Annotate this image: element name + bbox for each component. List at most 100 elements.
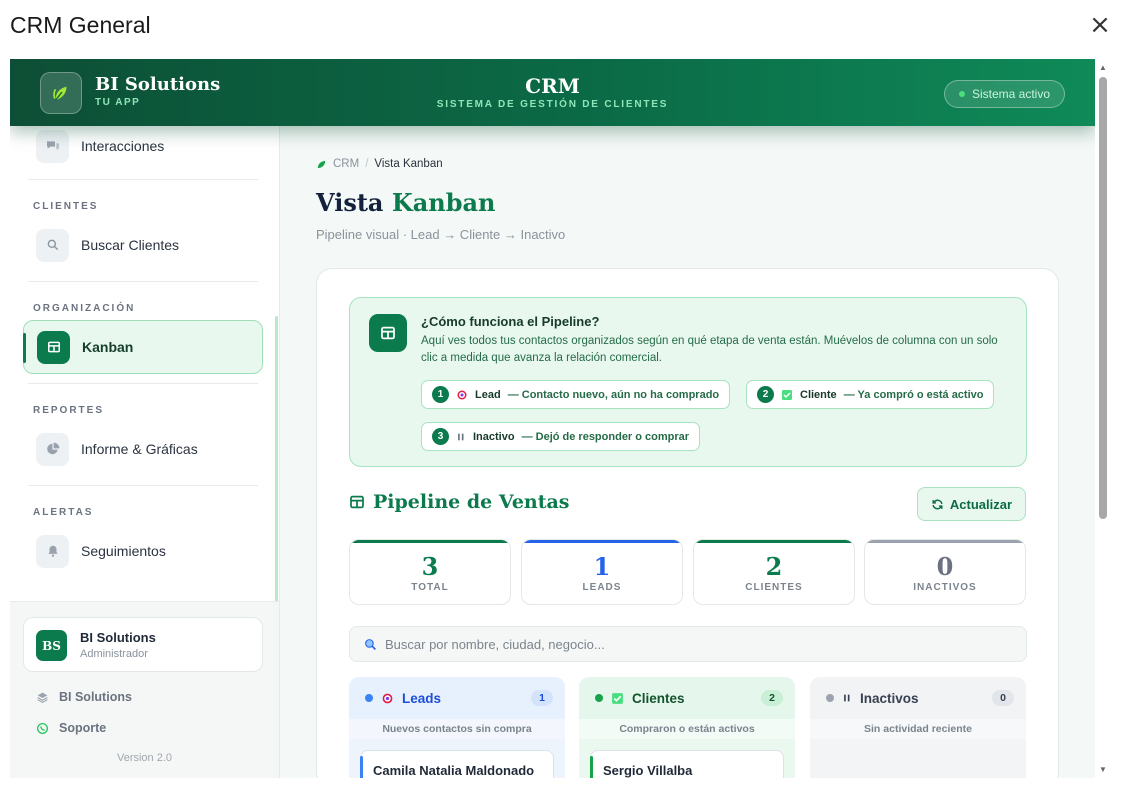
scroll-down-icon[interactable]: ▼ bbox=[1099, 765, 1107, 774]
status-dot-icon bbox=[958, 91, 965, 97]
footer-link-label: BI Solutions bbox=[59, 690, 132, 704]
sidebar-item-label: Informe & Gráficas bbox=[81, 441, 198, 457]
stat-label: INACTIVOS bbox=[913, 582, 977, 593]
stat-accent-bar bbox=[694, 540, 854, 543]
header-subtitle: SISTEMA DE GESTIÓN DE CLIENTES bbox=[436, 99, 669, 110]
sidebar: Interacciones CLIENTES Buscar Clientes O… bbox=[10, 126, 280, 778]
sidebar-item-kanban[interactable]: Kanban bbox=[23, 320, 263, 374]
check-box-icon bbox=[782, 389, 792, 400]
stat-clientes: 2 CLIENTES bbox=[693, 539, 855, 605]
sidebar-item-label: Interacciones bbox=[81, 138, 165, 154]
kanban-card-name: Camila Natalia Maldonado bbox=[373, 763, 535, 778]
target-icon bbox=[382, 693, 393, 703]
column-dot-icon bbox=[365, 694, 373, 702]
user-role: Administrador bbox=[80, 648, 148, 660]
pipeline-card: ¿Cómo funciona el Pipeline? Aquí ves tod… bbox=[316, 268, 1059, 778]
layers-icon bbox=[37, 692, 48, 703]
pipeline-title: Pipeline de Ventas bbox=[349, 491, 570, 513]
refresh-icon bbox=[932, 499, 943, 509]
scroll-thumb[interactable] bbox=[1099, 77, 1107, 519]
pie-chart-icon bbox=[36, 432, 69, 466]
page-title-plain: Vista bbox=[316, 188, 384, 217]
pipeline-title-text: Pipeline de Ventas bbox=[373, 491, 570, 513]
user-card[interactable]: BS BI Solutions Administrador bbox=[23, 617, 263, 672]
column-body bbox=[810, 739, 1026, 778]
stat-inactivos: 0 INACTIVOS bbox=[864, 539, 1026, 605]
column-count-badge: 1 bbox=[531, 690, 553, 706]
sidebar-footer: BS BI Solutions Administrador BI Solutio… bbox=[10, 601, 279, 778]
page-title-accent: Kanban bbox=[391, 188, 496, 217]
main-content: CRM / Vista Kanban Vista Kanban Pipeline… bbox=[280, 126, 1095, 778]
section-label-organizacion: ORGANIZACIÓN bbox=[33, 303, 136, 314]
step-description: — Contacto nuevo, aún no ha comprado bbox=[507, 388, 720, 401]
whatsapp-icon bbox=[36, 722, 49, 734]
kanban-icon bbox=[37, 330, 70, 364]
kanban-card[interactable]: Camila Natalia Maldonado bbox=[360, 750, 554, 778]
scroll-up-icon[interactable]: ▲ bbox=[1099, 63, 1107, 72]
step-inactivo: 3 Inactivo — Dejó de responder o comprar bbox=[421, 422, 701, 451]
search-icon bbox=[36, 228, 69, 262]
sidebar-item-label: Seguimientos bbox=[81, 543, 166, 559]
refresh-button[interactable]: Actualizar bbox=[917, 487, 1026, 521]
stat-value: 0 bbox=[936, 552, 954, 581]
chat-icon bbox=[36, 129, 69, 163]
section-label-clientes: CLIENTES bbox=[33, 201, 99, 212]
step-number: 2 bbox=[757, 386, 774, 403]
divider bbox=[28, 179, 258, 180]
sidebar-item-informe[interactable]: Informe & Gráficas bbox=[23, 422, 263, 476]
kanban-column-leads: Leads 1 Nuevos contactos sin compra Cami… bbox=[349, 677, 565, 778]
step-lead: 1 Lead — Contacto nuevo, aún no ha compr… bbox=[421, 380, 731, 409]
version-label: Version 2.0 bbox=[116, 752, 173, 764]
page-title: Vista Kanban bbox=[316, 188, 495, 217]
section-label-reportes: REPORTES bbox=[33, 405, 105, 416]
column-subtitle: Sin actividad reciente bbox=[810, 719, 1026, 739]
column-subtitle: Nuevos contactos sin compra bbox=[349, 719, 565, 739]
stat-label: CLIENTES bbox=[745, 582, 803, 593]
step-description: — Dejó de responder o comprar bbox=[521, 430, 690, 443]
column-body: Sergio Villalba bbox=[579, 739, 795, 778]
kanban-card-name: Sergio Villalba bbox=[603, 763, 693, 778]
breadcrumb-separator: / bbox=[365, 158, 369, 170]
sidebar-item-label: Buscar Clientes bbox=[81, 237, 180, 253]
modal-title: CRM General bbox=[10, 12, 151, 38]
section-label-alertas: ALERTAS bbox=[33, 507, 94, 518]
pause-icon bbox=[458, 433, 464, 440]
close-icon[interactable]: × bbox=[1087, 12, 1113, 38]
avatar: BS bbox=[36, 630, 67, 661]
step-description: — Ya compró o está activo bbox=[843, 388, 984, 401]
divider bbox=[28, 485, 258, 486]
stat-value: 2 bbox=[765, 552, 783, 581]
footer-link-soporte[interactable]: Soporte bbox=[36, 721, 106, 735]
breadcrumb-root[interactable]: CRM bbox=[333, 158, 359, 170]
modal-title-bar: CRM General × bbox=[0, 0, 1127, 58]
sidebar-item-seguimientos[interactable]: Seguimientos bbox=[23, 524, 263, 578]
footer-link-bi-solutions[interactable]: BI Solutions bbox=[36, 690, 132, 704]
divider bbox=[28, 383, 258, 384]
stat-value: 3 bbox=[421, 552, 439, 581]
breadcrumb-current: Vista Kanban bbox=[374, 158, 443, 170]
column-title: Inactivos bbox=[860, 690, 919, 706]
app-header: BI Solutions TU APP CRM SISTEMA DE GESTI… bbox=[10, 59, 1095, 126]
status-text: Sistema activo bbox=[971, 87, 1050, 101]
kanban-card[interactable]: Sergio Villalba bbox=[590, 750, 784, 778]
search-icon bbox=[365, 638, 376, 650]
target-icon bbox=[457, 390, 467, 399]
sidebar-item-interacciones[interactable]: Interacciones bbox=[23, 119, 263, 173]
header-title: CRM bbox=[525, 74, 580, 98]
search-input[interactable] bbox=[385, 636, 985, 652]
step-cliente: 2 Cliente — Ya compró o está activo bbox=[746, 380, 995, 409]
step-name: Lead bbox=[475, 388, 501, 401]
step-name: Inactivo bbox=[473, 430, 515, 443]
column-header: Inactivos 0 bbox=[810, 677, 1026, 719]
info-title: ¿Cómo funciona el Pipeline? bbox=[421, 314, 600, 329]
info-text: Aquí ves todos tus contactos organizados… bbox=[421, 335, 998, 364]
kanban-icon bbox=[350, 495, 364, 509]
check-box-icon bbox=[612, 692, 623, 704]
column-dot-icon bbox=[595, 694, 603, 702]
column-body: Camila Natalia Maldonado bbox=[349, 739, 565, 778]
page-scrollbar[interactable]: ▲ ▼ bbox=[1097, 59, 1111, 778]
kanban-column-inactivos: Inactivos 0 Sin actividad reciente bbox=[810, 677, 1026, 778]
sidebar-item-buscar-clientes[interactable]: Buscar Clientes bbox=[23, 218, 263, 272]
column-count-badge: 0 bbox=[992, 690, 1014, 706]
stat-label: TOTAL bbox=[411, 582, 449, 593]
